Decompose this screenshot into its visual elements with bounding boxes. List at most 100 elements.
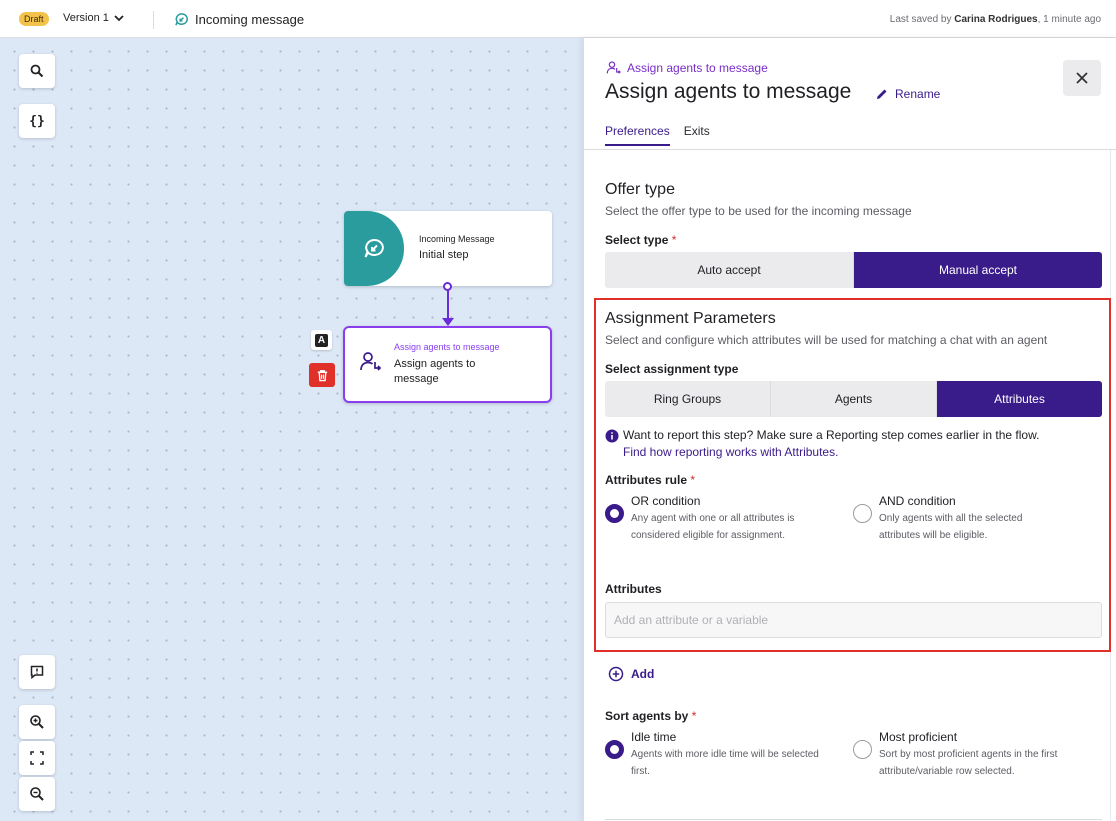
attributes-rule-label-text: Attributes rule <box>605 473 688 487</box>
step-settings-panel: Assign agents to message Assign agents t… <box>583 38 1116 821</box>
saved-user: Carina Rodrigues <box>954 14 1038 25</box>
comment-button[interactable] <box>19 655 55 689</box>
attributes-label: Attributes <box>605 582 662 596</box>
offer-type-auto-accept[interactable]: Auto accept <box>605 252 854 288</box>
rule-or-desc: Any agent with one or all attributes is … <box>631 513 795 541</box>
sort-agents-label: Sort agents by * <box>605 709 696 723</box>
incoming-message-icon <box>364 238 384 257</box>
close-icon <box>1076 72 1088 84</box>
plus-circle-icon <box>608 666 624 682</box>
add-attribute-button[interactable]: Add <box>608 666 654 682</box>
zoom-in-icon <box>30 715 44 729</box>
reporting-info: Want to report this step? Make sure a Re… <box>605 428 1039 459</box>
flow-title-text: Incoming message <box>195 12 305 27</box>
fit-view-button[interactable] <box>19 741 55 775</box>
sort-idle-title: Idle time <box>631 730 677 744</box>
reporting-info-link[interactable]: Find how reporting works with Attributes… <box>623 445 1039 459</box>
zoom-in-button[interactable] <box>19 705 55 739</box>
node-label-badge[interactable]: A <box>311 330 332 350</box>
offer-type-selector: Auto accept Manual accept <box>605 252 1102 288</box>
assign-agent-icon <box>360 352 382 371</box>
rule-or-condition[interactable]: OR condition Any agent with one or all a… <box>605 494 835 544</box>
zoom-out-icon <box>30 787 44 801</box>
assign-agent-icon <box>606 61 621 74</box>
rename-label: Rename <box>895 87 941 101</box>
tab-preferences[interactable]: Preferences <box>605 124 670 146</box>
breadcrumb-text: Assign agents to message <box>627 61 768 75</box>
select-type-label: Select type * <box>605 233 676 247</box>
assignment-type-attributes[interactable]: Attributes <box>937 381 1102 417</box>
delete-node-button[interactable] <box>309 363 335 387</box>
reporting-info-body: Want to report this step? Make sure a Re… <box>623 428 1039 459</box>
sort-proficient-title: Most proficient <box>879 730 958 744</box>
assignment-type-label: Select assignment type <box>605 362 739 376</box>
rule-or-title: OR condition <box>631 494 701 508</box>
required-marker: * <box>690 473 696 487</box>
variables-icon: {} <box>29 113 45 129</box>
sort-idle-text: Idle time Agents with more idle time wil… <box>631 730 835 780</box>
assignment-type-ring-groups[interactable]: Ring Groups <box>605 381 771 417</box>
saved-prefix: Last saved by <box>889 14 955 25</box>
sort-proficient-desc: Sort by most proficient agents in the fi… <box>879 749 1058 777</box>
reporting-info-text: Want to report this step? Make sure a Re… <box>623 428 1040 442</box>
tabs-divider <box>584 149 1116 150</box>
top-bar: Draft Version 1 Incoming message Last sa… <box>0 0 1116 38</box>
connector-arrow-icon <box>442 318 454 326</box>
sort-most-proficient[interactable]: Most proficient Sort by most proficient … <box>853 730 1063 780</box>
node-assign-agents[interactable]: Assign agents to message Assign agents t… <box>343 326 552 403</box>
tab-exits[interactable]: Exits <box>684 124 710 146</box>
rule-and-title: AND condition <box>879 494 956 508</box>
offer-type-subtitle: Select the offer type to be used for the… <box>605 204 912 218</box>
chevron-down-icon <box>114 15 124 22</box>
incoming-message-icon <box>175 13 188 26</box>
panel-tabs: Preferences Exits <box>605 124 710 146</box>
node-subtitle: Initial step <box>419 249 469 261</box>
radio-unselected-icon[interactable] <box>853 504 872 523</box>
sort-idle-time[interactable]: Idle time Agents with more idle time wil… <box>605 730 835 780</box>
sort-idle-desc: Agents with more idle time will be selec… <box>631 749 819 777</box>
version-label: Version 1 <box>63 12 109 24</box>
sort-proficient-text: Most proficient Sort by most proficient … <box>879 730 1063 780</box>
required-marker: * <box>671 233 677 247</box>
zoom-out-button[interactable] <box>19 777 55 811</box>
radio-selected-icon[interactable] <box>605 740 624 759</box>
offer-type-manual-accept[interactable]: Manual accept <box>854 252 1102 288</box>
flow-canvas[interactable]: {} <box>0 38 583 821</box>
panel-title: Assign agents to message <box>605 80 852 103</box>
rule-and-desc: Only agents with all the selected attrib… <box>879 513 1023 541</box>
attributes-rule-label: Attributes rule * <box>605 473 695 487</box>
required-marker: * <box>691 709 697 723</box>
node-incoming-icon-area <box>344 211 404 286</box>
connector-handle[interactable] <box>443 282 452 291</box>
offer-type-title: Offer type <box>605 181 675 198</box>
search-icon <box>30 64 44 78</box>
version-dropdown[interactable]: Version 1 <box>63 12 125 24</box>
draft-badge: Draft <box>19 12 49 26</box>
close-panel-button[interactable] <box>1063 60 1101 96</box>
flow-title: Incoming message <box>174 12 304 27</box>
sort-agents-label-text: Sort agents by <box>605 709 689 723</box>
comment-icon <box>30 665 44 680</box>
radio-selected-icon[interactable] <box>605 504 624 523</box>
info-icon <box>605 429 619 443</box>
radio-unselected-icon[interactable] <box>853 740 872 759</box>
assignment-type-agents[interactable]: Agents <box>771 381 937 417</box>
assignment-parameters-subtitle: Select and configure which attributes wi… <box>605 333 1048 347</box>
assignment-type-selector: Ring Groups Agents Attributes <box>605 381 1102 417</box>
assignment-parameters-title: Assignment Parameters <box>605 310 776 327</box>
rename-button[interactable]: Rename <box>875 87 940 101</box>
node-title: Incoming Message <box>419 234 495 244</box>
node-incoming-message[interactable]: Incoming Message Initial step <box>344 211 552 286</box>
rule-and-condition[interactable]: AND condition Only agents with all the s… <box>853 494 1063 544</box>
top-divider <box>153 11 154 29</box>
rule-or-text: OR condition Any agent with one or all a… <box>631 494 835 544</box>
variables-button[interactable]: {} <box>19 104 55 138</box>
trash-icon <box>317 369 327 381</box>
fit-view-icon <box>30 751 44 765</box>
node-title: Assign agents to message <box>394 342 500 352</box>
attributes-input[interactable] <box>605 602 1102 638</box>
select-type-label-text: Select type <box>605 233 669 247</box>
node-subtitle: Assign agents to message <box>394 358 476 385</box>
search-button[interactable] <box>19 54 55 88</box>
letter-a-icon: A <box>315 333 328 347</box>
